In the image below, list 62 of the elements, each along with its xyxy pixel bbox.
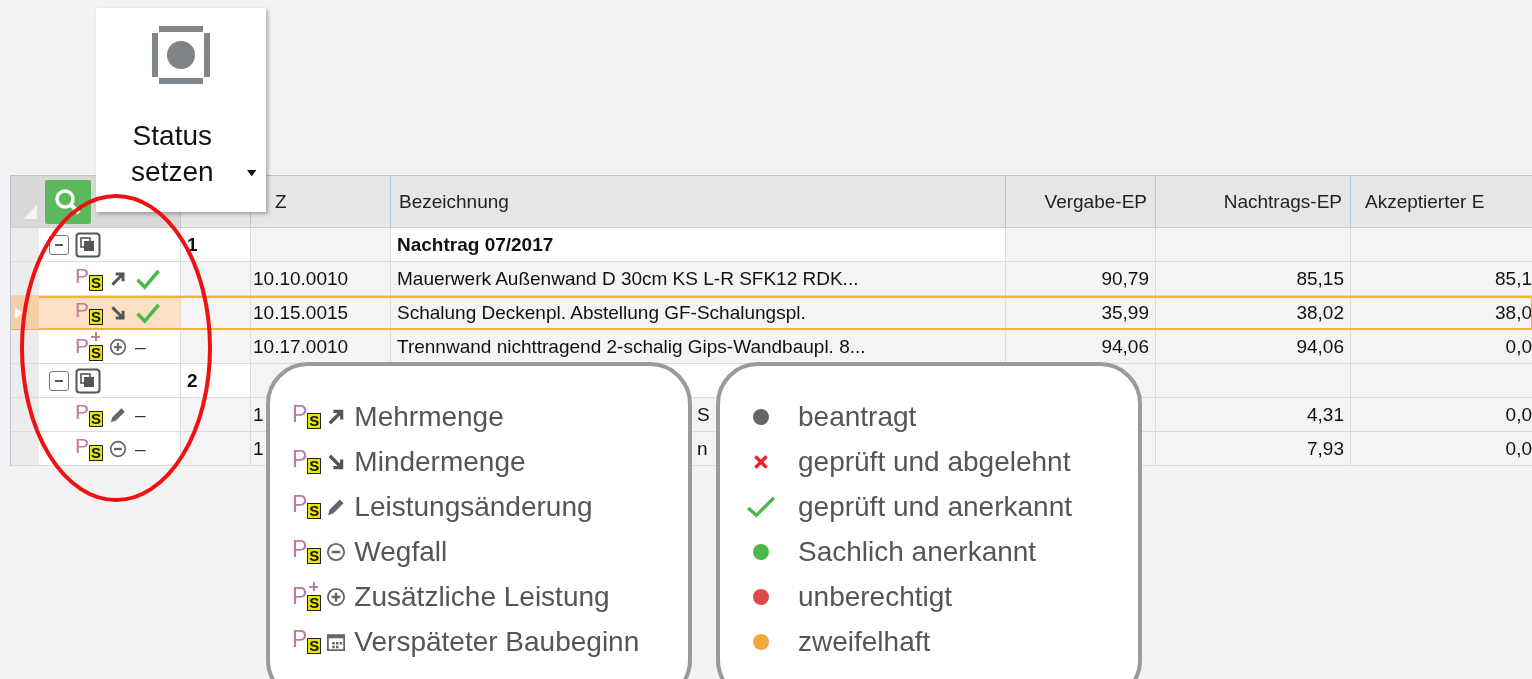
table-cell — [181, 296, 251, 330]
legend-label: beantragt — [798, 400, 917, 433]
collapse-toggle[interactable] — [49, 370, 69, 391]
legend-label: zweifelhaft — [798, 625, 931, 658]
column-header: Nachtrags-EP — [1223, 190, 1342, 213]
table-cell: 4,31 — [1156, 398, 1351, 432]
table-cell: 2 — [181, 364, 251, 398]
table-cell: 10.10.0010 — [251, 262, 391, 296]
table-cell: Nachtrag 07/2017 — [391, 228, 1006, 262]
table-cell: 0,0 — [1351, 432, 1532, 466]
arrow-down-right-icon — [109, 303, 128, 322]
table-cell: 90,79 — [1006, 262, 1156, 296]
column-header: Vergabe-EP — [1044, 190, 1147, 213]
search-button[interactable] — [45, 179, 91, 224]
legend-label: Wegfall — [354, 535, 448, 568]
stacked-squares-icon — [75, 367, 101, 394]
table-cell: Mauerwerk Außenwand D 30cm KS L-R SFK12 RDK... — [391, 262, 1006, 296]
status-icon — [152, 26, 210, 84]
column-header: Z — [275, 190, 287, 213]
table-cell — [181, 330, 251, 364]
plus-circle-icon — [109, 337, 128, 356]
legend-label: Zusätzliche Leistung — [354, 580, 610, 613]
table-cell: Schalung Deckenpl. Abstellung GF-Schalungspl. — [391, 296, 1006, 330]
plus-circle-icon — [326, 586, 347, 607]
table-cell: 7,93 — [1156, 432, 1351, 466]
table-cell: 94,06 — [1006, 330, 1156, 364]
stacked-squares-icon — [75, 231, 101, 258]
table-cell: Trennwand nichttragend 2-schalig Gips-Wandbaupl. 8... — [391, 330, 1006, 364]
minus-circle-icon — [326, 541, 347, 562]
pencil-icon — [109, 405, 128, 424]
table-cell: 35,99 — [1006, 296, 1156, 330]
table-cell: 0,0 — [1351, 398, 1532, 432]
table-cell: 10.15.0015 — [251, 296, 391, 330]
table-cell — [181, 432, 251, 466]
table-cell: 38,0 — [1351, 296, 1532, 330]
search-icon — [53, 186, 83, 217]
status-dash: – — [135, 437, 146, 460]
legend-label: unberechtigt — [798, 580, 953, 613]
row-header-cell[interactable] — [11, 228, 181, 262]
arrow-up-right-icon — [109, 269, 128, 288]
calendar-icon — [326, 631, 347, 652]
table-cell: 0,0 — [1351, 330, 1532, 364]
table-cell: 94,06 — [1156, 330, 1351, 364]
table-cell — [181, 262, 251, 296]
column-header: Akzeptierter E — [1365, 190, 1485, 213]
legend-label: Sachlich anerkannt — [798, 535, 1037, 568]
table-cell: 85,1 — [1351, 262, 1532, 296]
table-cell: 38,02 — [1156, 296, 1351, 330]
legend-label: Verspäteter Baubeginn — [354, 625, 640, 658]
corner-triangle-icon — [23, 205, 37, 219]
row-pointer-icon — [15, 307, 22, 319]
table-cell: 10.17.0010 — [251, 330, 391, 364]
row-header-cell[interactable] — [11, 364, 181, 398]
status-dash: – — [135, 403, 146, 426]
column-header: Bezeichnung — [399, 190, 509, 213]
table-cell — [181, 398, 251, 432]
table-cell: 85,15 — [1156, 262, 1351, 296]
minus-circle-icon — [109, 439, 128, 458]
status-dash: – — [135, 335, 146, 358]
legend-label: geprüft und anerkannt — [798, 490, 1072, 523]
legend-label: Leistungsänderung — [354, 490, 593, 523]
status-button[interactable]: Status setzen — [96, 8, 266, 212]
